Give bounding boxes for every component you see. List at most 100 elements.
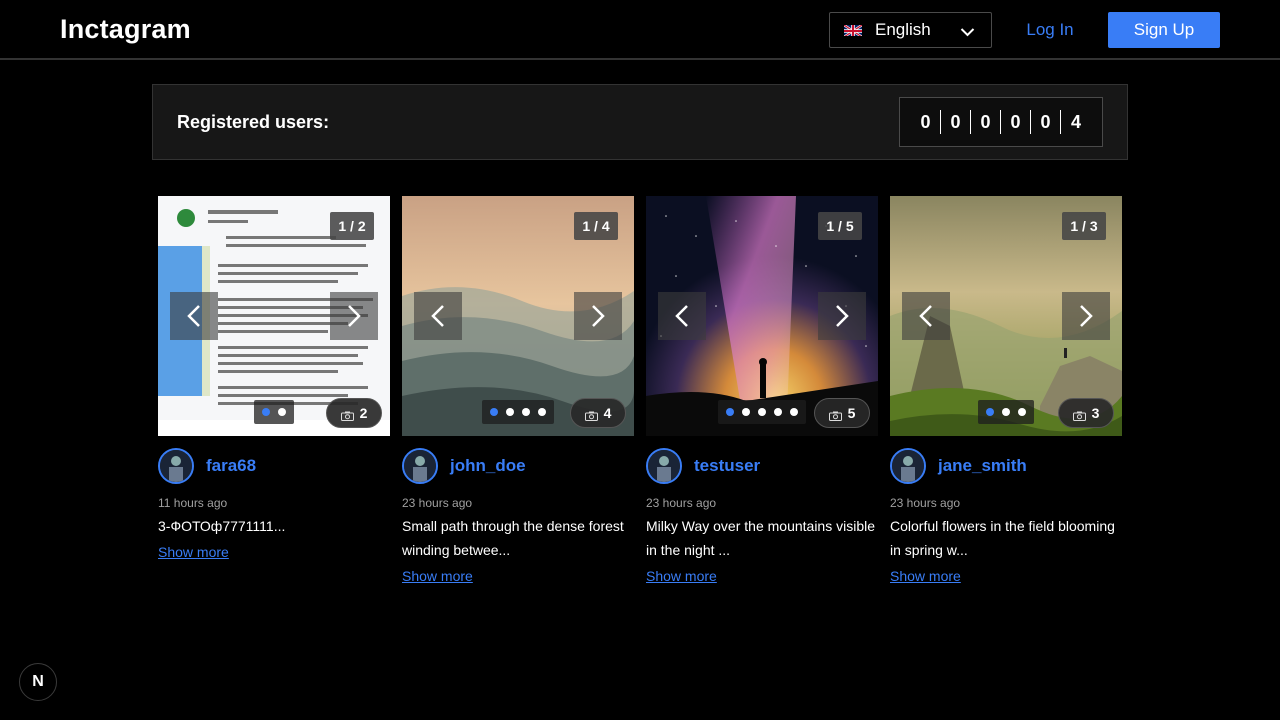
carousel-dot[interactable] — [758, 408, 766, 416]
avatar[interactable] — [890, 448, 926, 484]
carousel-dots — [978, 400, 1034, 424]
counter-digit: 0 — [971, 110, 1001, 134]
carousel-dot[interactable] — [1002, 408, 1010, 416]
previous-image-button[interactable] — [414, 292, 462, 340]
signup-button[interactable]: Sign Up — [1108, 12, 1220, 48]
slide-counter: 1 / 5 — [818, 212, 862, 240]
next-image-button[interactable] — [330, 292, 378, 340]
language-label: English — [875, 20, 931, 39]
post-time: 23 hours ago — [402, 496, 473, 510]
carousel-dot[interactable] — [774, 408, 782, 416]
chevron-right-icon — [1080, 305, 1093, 327]
post-author[interactable]: fara68 — [158, 448, 256, 484]
post-card: 1 / 3 3 jane_smith 23 hours ago Colorful… — [890, 196, 1122, 584]
language-select[interactable]: English — [829, 12, 992, 48]
post-description: Colorful flowers in the field blooming i… — [890, 518, 1115, 558]
carousel-dot[interactable] — [742, 408, 750, 416]
carousel-dot[interactable] — [726, 408, 734, 416]
carousel-dot[interactable] — [506, 408, 514, 416]
post-image-carousel[interactable]: 1 / 4 4 — [402, 196, 634, 436]
chevron-right-icon — [592, 305, 605, 327]
chevron-left-icon — [675, 305, 688, 327]
photo-count-badge: 3 — [1058, 398, 1114, 428]
next-image-button[interactable] — [1062, 292, 1110, 340]
post-description: Milky Way over the mountains visible in … — [646, 518, 876, 558]
next-image-button[interactable] — [574, 292, 622, 340]
counter-digit: 0 — [911, 110, 941, 134]
slide-counter: 1 / 3 — [1062, 212, 1106, 240]
next-image-button[interactable] — [818, 292, 866, 340]
show-more-link[interactable]: Show more — [158, 544, 229, 560]
post-image-carousel[interactable]: 1 / 5 5 — [646, 196, 878, 436]
photo-count: 3 — [1091, 405, 1100, 421]
registered-users-counter: 0 0 0 0 0 4 — [899, 97, 1103, 147]
post-description: Small path through the dense forest wind… — [402, 518, 624, 558]
login-button[interactable]: Log In — [1012, 12, 1088, 48]
photo-count-badge: 4 — [570, 398, 626, 428]
camera-icon — [340, 408, 354, 421]
post-time: 11 hours ago — [158, 496, 228, 510]
post-time: 23 hours ago — [890, 496, 961, 510]
counter-digit: 0 — [941, 110, 971, 134]
counter-digit: 0 — [1031, 110, 1061, 134]
avatar[interactable] — [402, 448, 438, 484]
username-link[interactable]: testuser — [694, 456, 760, 476]
post-author[interactable]: testuser — [646, 448, 760, 484]
post-description: 3-ФОТОф7771111... — [158, 518, 286, 534]
post-card: 1 / 5 5 testuser 23 hours ago Milky Way … — [646, 196, 878, 584]
previous-image-button[interactable] — [170, 292, 218, 340]
post-author[interactable]: john_doe — [402, 448, 526, 484]
top-header: Inctagram English Log In Sign Up — [0, 0, 1280, 60]
chevron-right-icon — [348, 305, 361, 327]
carousel-dots — [718, 400, 806, 424]
username-link[interactable]: jane_smith — [938, 456, 1027, 476]
previous-image-button[interactable] — [902, 292, 950, 340]
post-author[interactable]: jane_smith — [890, 448, 1027, 484]
username-link[interactable]: john_doe — [450, 456, 526, 476]
carousel-dots — [254, 400, 294, 424]
counter-digit: 4 — [1070, 111, 1081, 132]
avatar[interactable] — [646, 448, 682, 484]
username-link[interactable]: fara68 — [206, 456, 256, 476]
carousel-dot[interactable] — [262, 408, 270, 416]
photo-count-badge: 5 — [814, 398, 870, 428]
show-more-link[interactable]: Show more — [890, 568, 961, 584]
uk-flag-icon — [844, 24, 862, 36]
show-more-link[interactable]: Show more — [402, 568, 473, 584]
show-more-link[interactable]: Show more — [646, 568, 717, 584]
counter-digit: 0 — [1001, 110, 1031, 134]
carousel-dot[interactable] — [538, 408, 546, 416]
post-image-carousel[interactable]: 1 / 2 2 — [158, 196, 390, 436]
avatar[interactable] — [158, 448, 194, 484]
camera-icon — [1072, 408, 1086, 421]
post-card: 1 / 4 4 john_doe 23 hours ago Small path… — [402, 196, 634, 584]
post-card: 1 / 2 2 fara68 11 hours ago 3-ФОТОф77711… — [158, 196, 390, 560]
post-image-carousel[interactable]: 1 / 3 3 — [890, 196, 1122, 436]
carousel-dot[interactable] — [490, 408, 498, 416]
carousel-dots — [482, 400, 554, 424]
carousel-dot[interactable] — [790, 408, 798, 416]
carousel-dot[interactable] — [278, 408, 286, 416]
photo-count: 2 — [359, 405, 368, 421]
slide-counter: 1 / 4 — [574, 212, 618, 240]
chevron-left-icon — [431, 305, 444, 327]
camera-icon — [584, 408, 598, 421]
photo-count-badge: 2 — [326, 398, 382, 428]
carousel-dot[interactable] — [986, 408, 994, 416]
registered-users-panel: Registered users: 0 0 0 0 0 4 — [152, 84, 1128, 160]
app-logo[interactable]: Inctagram — [60, 14, 191, 45]
chevron-left-icon — [187, 305, 200, 327]
photo-count: 5 — [847, 405, 856, 421]
post-time: 23 hours ago — [646, 496, 717, 510]
carousel-dot[interactable] — [1018, 408, 1026, 416]
chevron-left-icon — [919, 305, 932, 327]
chevron-right-icon — [836, 305, 849, 327]
chevron-down-icon — [960, 24, 975, 37]
registered-users-label: Registered users: — [177, 112, 330, 132]
slide-counter: 1 / 2 — [330, 212, 374, 240]
camera-icon — [828, 408, 842, 421]
previous-image-button[interactable] — [658, 292, 706, 340]
carousel-dot[interactable] — [522, 408, 530, 416]
photo-count: 4 — [603, 405, 612, 421]
nextjs-dev-badge[interactable]: N — [19, 663, 57, 701]
